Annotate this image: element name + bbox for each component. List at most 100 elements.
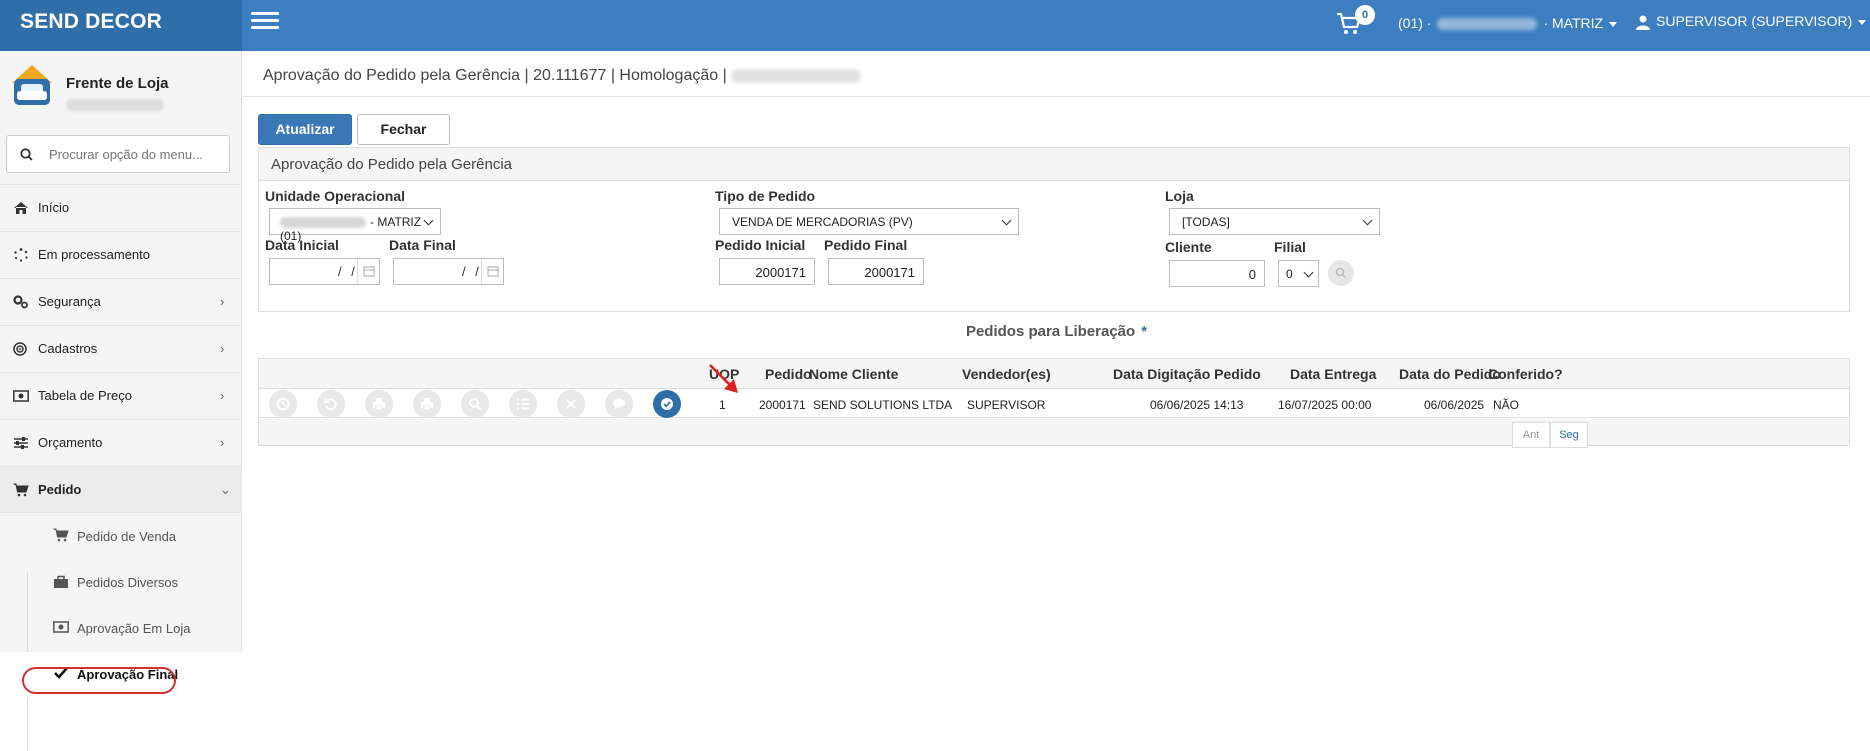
data-inicial-input[interactable]: / / bbox=[269, 258, 380, 285]
cliente-label: Cliente bbox=[1165, 239, 1212, 255]
pedido-final-input[interactable]: 2000171 bbox=[828, 258, 924, 285]
chevron-down-icon: ⌄ bbox=[220, 482, 231, 497]
cell-data-entrega: 16/07/2025 00:00 bbox=[1278, 398, 1372, 412]
highlight-ring bbox=[22, 667, 176, 694]
sidebar-item-cadastros[interactable]: Cadastros › bbox=[0, 325, 242, 372]
view-action-button[interactable] bbox=[461, 390, 489, 418]
calendar-icon[interactable] bbox=[481, 259, 503, 284]
print-alt-action-button[interactable] bbox=[413, 390, 441, 418]
col-header-vendedores: Vendedor(es) bbox=[962, 366, 1051, 382]
items-list-action-button[interactable] bbox=[509, 390, 537, 418]
panel-title: Aprovação do Pedido pela Gerência bbox=[259, 148, 1849, 181]
submenu-item-aprovacao-em-loja[interactable]: Aprovação Em Loja bbox=[0, 606, 242, 652]
pedido-final-label: Pedido Final bbox=[824, 237, 908, 253]
sidebar-item-label: Tabela de Preço bbox=[38, 388, 132, 403]
menu-search[interactable] bbox=[6, 135, 230, 173]
check-circle-icon bbox=[661, 398, 673, 410]
cancel-action-button[interactable] bbox=[557, 390, 585, 418]
sliders-icon bbox=[14, 437, 28, 449]
client-search-button[interactable] bbox=[1328, 260, 1354, 286]
print-action-button[interactable] bbox=[365, 390, 393, 418]
brand-logo[interactable]: SEND DECOR bbox=[0, 0, 242, 51]
cell-nome-cliente: SEND SOLUTIONS LTDA bbox=[813, 398, 953, 412]
user-name: SUPERVISOR (SUPERVISOR) bbox=[1656, 13, 1853, 29]
history-action-button[interactable] bbox=[269, 390, 297, 418]
loja-select[interactable]: [TODAS] bbox=[1169, 208, 1380, 235]
sidebar-item-label: Segurança bbox=[38, 294, 101, 309]
pager-prev-button[interactable]: Ant bbox=[1512, 422, 1550, 448]
company-prefix: (01) · bbox=[1398, 15, 1432, 31]
col-header-data-digitacao: Data Digitação Pedido bbox=[1113, 366, 1261, 382]
main-content: Aprovação do Pedido pela Gerência | 20.1… bbox=[243, 51, 1870, 698]
col-header-data-entrega: Data Entrega bbox=[1290, 366, 1377, 382]
gears-icon bbox=[13, 295, 28, 309]
sofa-logo-icon bbox=[12, 65, 52, 105]
orders-section-title-text: Pedidos para Liberação bbox=[965, 323, 1136, 340]
update-button[interactable]: Atualizar bbox=[258, 114, 352, 145]
annotation-arrow-icon bbox=[709, 364, 738, 393]
chevron-down-icon bbox=[1362, 215, 1373, 226]
cliente-input[interactable]: 0 bbox=[1169, 260, 1265, 287]
data-final-label: Data Final bbox=[389, 237, 456, 253]
hamburger-menu-icon[interactable] bbox=[251, 12, 279, 32]
tipo-pedido-select[interactable]: VENDA DE MERCADORIAS (PV) bbox=[719, 208, 1019, 235]
user-icon bbox=[1636, 15, 1650, 30]
cell-uop: 1 bbox=[719, 398, 726, 412]
chevron-down-icon bbox=[1858, 19, 1867, 25]
submenu-item-label: Pedido de Venda bbox=[77, 529, 177, 544]
data-inicial-label: Data Inicial bbox=[265, 237, 339, 253]
unidade-select[interactable]: - MATRIZ (01) bbox=[269, 208, 441, 243]
sidebar: Frente de Loja Início Em processamento S… bbox=[0, 51, 242, 751]
cell-data-pedido: 06/06/2025 bbox=[1424, 398, 1485, 412]
filter-panel: Aprovação do Pedido pela Gerência Unidad… bbox=[258, 147, 1850, 312]
filial-value: 0 bbox=[1286, 267, 1293, 281]
sidebar-item-inicio[interactable]: Início bbox=[0, 184, 242, 231]
calendar-icon[interactable] bbox=[357, 259, 379, 284]
list-icon bbox=[517, 398, 529, 410]
spinner-icon bbox=[14, 248, 28, 262]
menu-search-input[interactable] bbox=[49, 136, 219, 172]
pedido-inicial-input[interactable]: 2000171 bbox=[719, 258, 815, 285]
chevron-down-icon bbox=[1303, 267, 1314, 278]
col-header-pedido: Pedido bbox=[765, 366, 812, 382]
sidebar-item-label: Em processamento bbox=[38, 247, 150, 262]
store-name: Frente de Loja bbox=[66, 75, 169, 92]
money-icon bbox=[13, 390, 29, 402]
sidebar-item-em-processamento[interactable]: Em processamento bbox=[0, 231, 242, 278]
table-row[interactable]: 1 2000171 SEND SOLUTIONS LTDA SUPERVISOR… bbox=[259, 389, 1849, 418]
submenu-item-pedidos-diversos[interactable]: Pedidos Diversos bbox=[0, 560, 242, 606]
pedido-inicial-label: Pedido Inicial bbox=[715, 237, 806, 253]
sidebar-item-label: Pedido bbox=[38, 482, 82, 497]
loja-value: [TODAS] bbox=[1182, 215, 1230, 229]
cart-count-badge: 0 bbox=[1355, 5, 1375, 25]
undo-icon bbox=[324, 398, 337, 411]
cart-icon bbox=[13, 483, 29, 497]
redacted-company-name bbox=[1437, 18, 1538, 31]
store-header: Frente de Loja bbox=[8, 61, 236, 121]
close-button[interactable]: Fechar bbox=[357, 114, 450, 145]
chevron-down-icon bbox=[1609, 21, 1618, 27]
submenu-item-pedido-de-venda[interactable]: Pedido de Venda bbox=[0, 514, 242, 560]
data-final-input[interactable]: / / bbox=[393, 258, 504, 285]
filial-select[interactable]: 0 bbox=[1278, 260, 1319, 287]
approve-action-button[interactable] bbox=[653, 390, 681, 418]
cell-vendedor: SUPERVISOR bbox=[967, 398, 1046, 412]
orders-grid: UOP Pedido Nome Cliente Vendedor(es) Dat… bbox=[258, 358, 1850, 448]
sidebar-item-seguranca[interactable]: Segurança › bbox=[0, 278, 242, 325]
sidebar-item-pedido[interactable]: Pedido ⌄ bbox=[0, 466, 242, 513]
home-icon bbox=[14, 202, 28, 214]
sidebar-item-orcamento[interactable]: Orçamento › bbox=[0, 419, 242, 466]
company-suffix: · MATRIZ bbox=[1543, 15, 1604, 31]
redacted-store-info bbox=[66, 99, 164, 111]
comment-action-button[interactable] bbox=[605, 390, 633, 418]
filial-label: Filial bbox=[1274, 239, 1306, 255]
page-header: Aprovação do Pedido pela Gerência | 20.1… bbox=[243, 51, 1870, 97]
cell-pedido: 2000171 bbox=[759, 398, 806, 412]
pager-next-button[interactable]: Seg bbox=[1550, 422, 1588, 448]
company-selector[interactable]: (01) · · MATRIZ bbox=[1398, 15, 1618, 31]
user-menu[interactable]: SUPERVISOR (SUPERVISOR) bbox=[1636, 13, 1867, 30]
undo-action-button[interactable] bbox=[317, 390, 345, 418]
sidebar-item-tabela-de-preco[interactable]: Tabela de Preço › bbox=[0, 372, 242, 419]
submenu-item-label: Aprovação Em Loja bbox=[77, 621, 191, 636]
cell-data-digitacao: 06/06/2025 14:13 bbox=[1150, 398, 1244, 412]
